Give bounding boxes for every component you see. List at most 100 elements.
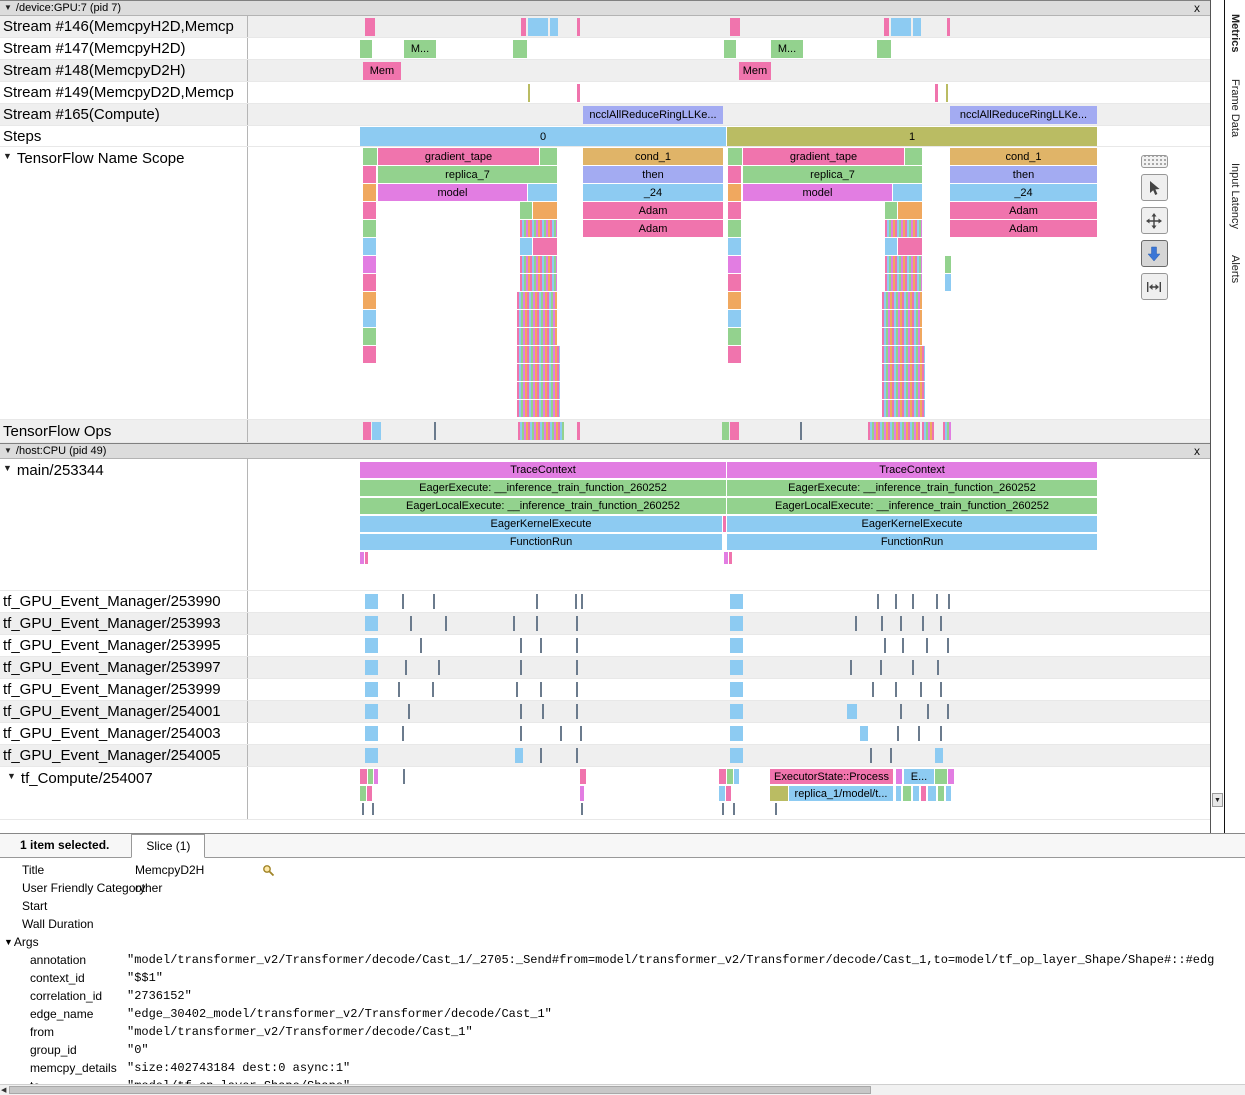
- slice[interactable]: [363, 328, 376, 345]
- slice[interactable]: [882, 346, 925, 363]
- slice-replica-7[interactable]: replica_7: [743, 166, 922, 183]
- slice[interactable]: [895, 594, 897, 609]
- slice[interactable]: [576, 704, 578, 719]
- slice[interactable]: [576, 682, 578, 697]
- slice[interactable]: [882, 310, 922, 327]
- right-tab-metrics[interactable]: Metrics: [1229, 14, 1241, 53]
- slice[interactable]: [533, 202, 557, 219]
- slice[interactable]: [729, 552, 732, 564]
- slice[interactable]: [517, 292, 557, 309]
- slice[interactable]: [897, 726, 899, 741]
- slice[interactable]: [947, 638, 949, 653]
- slice[interactable]: [847, 704, 857, 719]
- slice-cond-1[interactable]: cond_1: [950, 148, 1097, 165]
- slice[interactable]: [730, 726, 743, 741]
- slice[interactable]: [884, 18, 889, 36]
- slice[interactable]: [520, 726, 522, 741]
- slice[interactable]: [913, 18, 921, 36]
- slice-ncclallreduceringllke[interactable]: ncclAllReduceRingLLKe...: [950, 106, 1097, 124]
- slice[interactable]: [410, 616, 412, 631]
- slice[interactable]: [360, 769, 367, 784]
- slice[interactable]: [870, 748, 872, 763]
- slice[interactable]: [576, 616, 578, 631]
- slice[interactable]: [921, 786, 926, 801]
- slice[interactable]: [405, 660, 407, 675]
- slice[interactable]: [730, 704, 743, 719]
- slice[interactable]: [927, 704, 929, 719]
- slice-adam[interactable]: Adam: [950, 220, 1097, 237]
- slice[interactable]: [528, 18, 548, 36]
- slice[interactable]: [896, 769, 902, 784]
- slice[interactable]: [885, 274, 922, 291]
- slice-replica-1-model-t[interactable]: replica_1/model/t...: [789, 786, 893, 801]
- slice[interactable]: [722, 422, 729, 440]
- slice[interactable]: [728, 220, 741, 237]
- slice[interactable]: [728, 202, 741, 219]
- slice[interactable]: [918, 726, 920, 741]
- slice[interactable]: [912, 594, 914, 609]
- slice[interactable]: [438, 660, 440, 675]
- slice-24[interactable]: _24: [950, 184, 1097, 201]
- close-icon[interactable]: x: [1194, 444, 1200, 459]
- slice[interactable]: [882, 292, 922, 309]
- slice[interactable]: [550, 18, 558, 36]
- slice[interactable]: [365, 682, 378, 697]
- slice[interactable]: [540, 148, 557, 165]
- slice[interactable]: [903, 786, 911, 801]
- slice[interactable]: [722, 803, 724, 815]
- slice-gradient-tape[interactable]: gradient_tape: [743, 148, 904, 165]
- slice[interactable]: [935, 84, 938, 102]
- slice[interactable]: [374, 769, 378, 784]
- slice-executorstate-process[interactable]: ExecutorState::Process: [770, 769, 893, 784]
- zoom-tool-button[interactable]: [1141, 240, 1168, 267]
- slice-eagerlocalexecute-inference-train-function-260252[interactable]: EagerLocalExecute: __inference_train_fun…: [727, 498, 1097, 514]
- collapse-triangle-icon[interactable]: ▼: [7, 771, 16, 781]
- slice[interactable]: [368, 769, 373, 784]
- slice[interactable]: [946, 786, 951, 801]
- slice[interactable]: [895, 682, 897, 697]
- palette-grip-icon[interactable]: [1141, 155, 1168, 168]
- slice[interactable]: [515, 748, 523, 763]
- slice[interactable]: [580, 786, 584, 801]
- slice[interactable]: [363, 166, 376, 183]
- slice[interactable]: [882, 400, 925, 417]
- slice[interactable]: [935, 748, 943, 763]
- slice-gradient-tape[interactable]: gradient_tape: [378, 148, 539, 165]
- collapse-triangle-icon[interactable]: ▼: [3, 151, 12, 161]
- slice[interactable]: [528, 84, 530, 102]
- scrollbar-thumb[interactable]: [9, 1086, 871, 1094]
- slice[interactable]: [575, 594, 577, 609]
- slice[interactable]: [943, 422, 951, 440]
- slice[interactable]: [576, 660, 578, 675]
- slice[interactable]: [724, 552, 728, 564]
- slice[interactable]: [536, 616, 538, 631]
- slice[interactable]: [948, 769, 954, 784]
- slice[interactable]: [540, 638, 542, 653]
- slice-ncclallreduceringllke[interactable]: ncclAllReduceRingLLKe...: [583, 106, 723, 124]
- slice[interactable]: [880, 660, 882, 675]
- collapse-triangle-icon[interactable]: ▼: [4, 937, 13, 947]
- slice[interactable]: [520, 256, 557, 273]
- slice[interactable]: [363, 256, 376, 273]
- slice[interactable]: [719, 769, 726, 784]
- slice[interactable]: [905, 148, 922, 165]
- slice[interactable]: [727, 769, 733, 784]
- slice[interactable]: [770, 786, 788, 801]
- slice[interactable]: [928, 786, 936, 801]
- slice[interactable]: [896, 786, 901, 801]
- slice[interactable]: [521, 18, 526, 36]
- slice[interactable]: [728, 310, 741, 327]
- slice[interactable]: [945, 274, 951, 291]
- slice[interactable]: [885, 256, 922, 273]
- row-label-tf-name-scope[interactable]: ▼TensorFlow Name Scope: [0, 147, 248, 419]
- slice[interactable]: [581, 594, 583, 609]
- slice[interactable]: [363, 202, 376, 219]
- slice[interactable]: [580, 769, 586, 784]
- slice-adam[interactable]: Adam: [583, 220, 723, 237]
- slice[interactable]: [728, 184, 741, 201]
- slice[interactable]: [728, 328, 741, 345]
- slice[interactable]: [517, 346, 560, 363]
- slice[interactable]: [730, 616, 743, 631]
- slice-24[interactable]: _24: [583, 184, 723, 201]
- slice[interactable]: [940, 616, 942, 631]
